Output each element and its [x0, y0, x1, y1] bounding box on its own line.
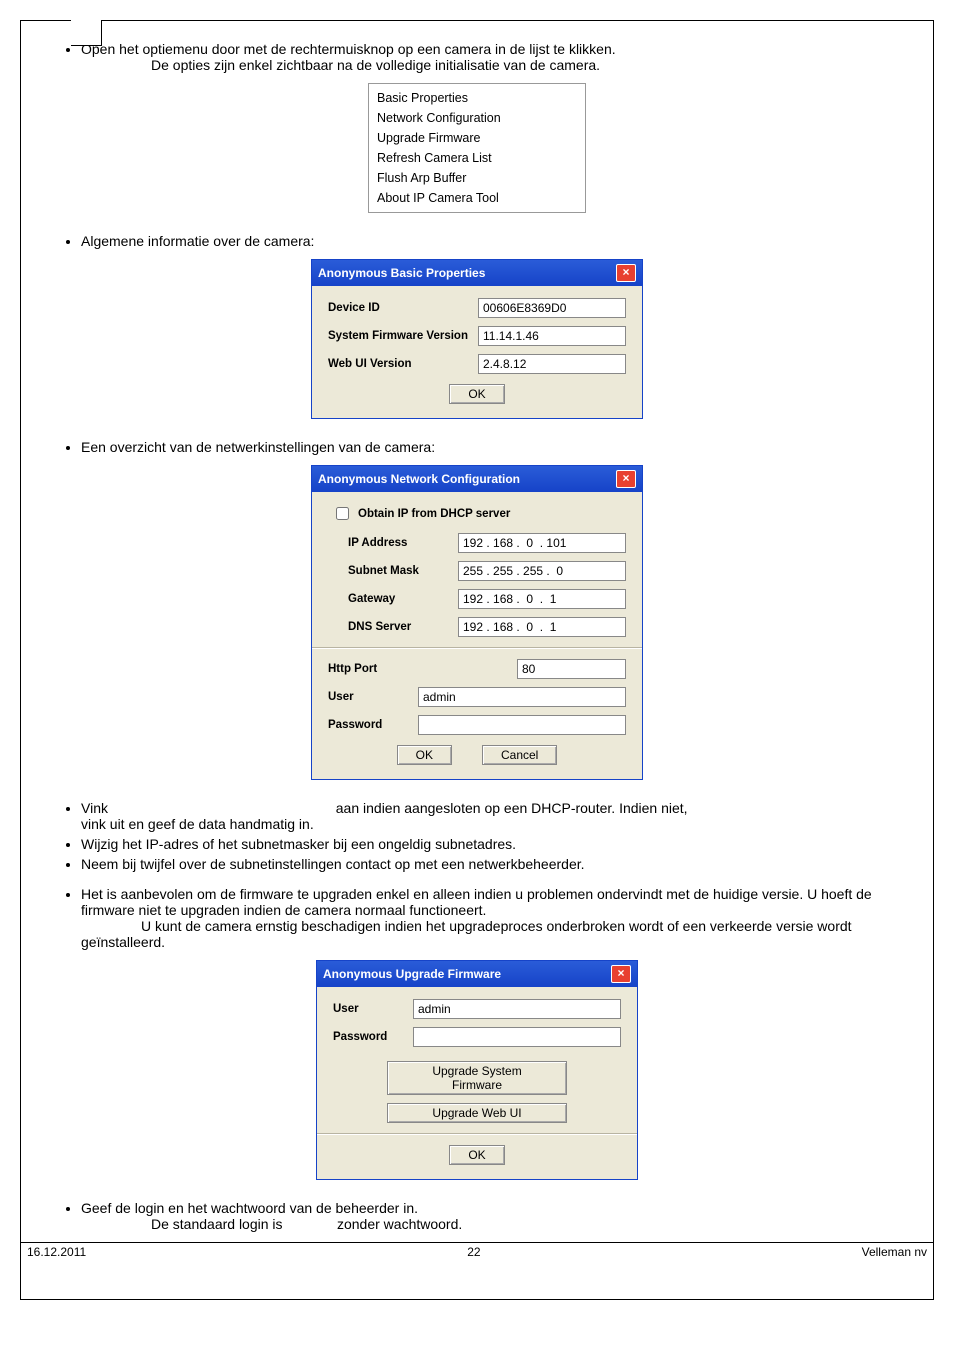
password-label: Password: [328, 719, 418, 731]
text: aan indien aangesloten op een DHCP-route…: [336, 800, 688, 816]
password-field[interactable]: [418, 715, 626, 735]
webui-version-label: Web UI Version: [328, 358, 478, 370]
warning-text: U kunt de camera ernstig beschadigen ind…: [81, 918, 913, 950]
note-visibility: De opties zijn enkel zichtbaar na de vol…: [151, 57, 913, 73]
device-id-label: Device ID: [328, 302, 478, 314]
menu-item[interactable]: Upgrade Firmware: [377, 128, 577, 148]
password-field[interactable]: [413, 1027, 621, 1047]
bullet-wijzig: Wijzig het IP-adres of het subnetmasker …: [81, 836, 913, 852]
upgrade-system-firmware-button[interactable]: Upgrade System Firmware: [387, 1061, 567, 1095]
close-icon[interactable]: ×: [616, 264, 636, 282]
page-notch: [71, 20, 102, 46]
device-id-field[interactable]: [478, 298, 626, 318]
bullet-vink: Vink aan indien aangesloten op een DHCP-…: [81, 800, 913, 832]
user-field[interactable]: [418, 687, 626, 707]
password-label: Password: [333, 1031, 413, 1043]
basic-properties-dialog: Anonymous Basic Properties × Device ID S…: [311, 259, 643, 419]
footer-date: 16.12.2011: [27, 1245, 86, 1259]
text: Open het optiemenu door met de rechtermu…: [81, 41, 616, 57]
bullet-network-overview: Een overzicht van de netwerkinstellingen…: [81, 439, 913, 455]
text: De standaard login is zonder wachtwoord.: [151, 1216, 913, 1232]
subnet-mask-field[interactable]: [458, 561, 626, 581]
divider: [317, 1133, 637, 1135]
ok-button[interactable]: OK: [449, 1145, 504, 1165]
bullet-open-menu: Open het optiemenu door met de rechtermu…: [81, 41, 913, 73]
menu-item[interactable]: Flush Arp Buffer: [377, 168, 577, 188]
footer-page: 22: [467, 1245, 480, 1259]
user-label: User: [328, 691, 418, 703]
dialog-title-text: Anonymous Upgrade Firmware: [323, 967, 501, 981]
page-footer: 16.12.2011 22 Velleman nv: [21, 1242, 933, 1259]
text: Het is aanbevolen om de firmware te upgr…: [81, 886, 872, 918]
dialog-title-text: Anonymous Network Configuration: [318, 472, 520, 486]
subnet-mask-label: Subnet Mask: [348, 565, 458, 577]
ip-address-field[interactable]: [458, 533, 626, 553]
context-menu: Basic Properties Network Configuration U…: [368, 83, 586, 213]
text: vink uit en geef de data handmatig in.: [81, 816, 314, 832]
text: Vink: [81, 800, 108, 816]
dns-server-label: DNS Server: [348, 621, 458, 633]
dialog-title-text: Anonymous Basic Properties: [318, 266, 485, 280]
divider: [312, 647, 642, 649]
menu-item[interactable]: Network Configuration: [377, 108, 577, 128]
firmware-version-label: System Firmware Version: [328, 330, 478, 342]
menu-item[interactable]: Basic Properties: [377, 88, 577, 108]
dhcp-checkbox[interactable]: [336, 507, 349, 520]
ip-address-label: IP Address: [348, 537, 458, 549]
cancel-button[interactable]: Cancel: [482, 745, 557, 765]
ok-button[interactable]: OK: [397, 745, 452, 765]
firmware-version-field[interactable]: [478, 326, 626, 346]
dns-server-field[interactable]: [458, 617, 626, 637]
ok-button[interactable]: OK: [449, 384, 504, 404]
menu-item[interactable]: Refresh Camera List: [377, 148, 577, 168]
http-port-field[interactable]: [517, 659, 626, 679]
text: Geef de login en het wachtwoord van de b…: [81, 1200, 418, 1216]
upgrade-web-ui-button[interactable]: Upgrade Web UI: [387, 1103, 567, 1123]
http-port-label: Http Port: [328, 663, 418, 675]
upgrade-firmware-dialog: Anonymous Upgrade Firmware × User Passwo…: [316, 960, 638, 1180]
close-icon[interactable]: ×: [611, 965, 631, 983]
close-icon[interactable]: ×: [616, 470, 636, 488]
network-config-dialog: Anonymous Network Configuration × Obtain…: [311, 465, 643, 780]
menu-item[interactable]: About IP Camera Tool: [377, 188, 577, 208]
bullet-general-info: Algemene informatie over de camera:: [81, 233, 913, 249]
bullet-firmware-advice: Het is aanbevolen om de firmware te upgr…: [81, 886, 913, 950]
gateway-field[interactable]: [458, 589, 626, 609]
bullet-login: Geef de login en het wachtwoord van de b…: [81, 1200, 913, 1232]
user-label: User: [333, 1003, 413, 1015]
bullet-neem: Neem bij twijfel over de subnetinstellin…: [81, 856, 913, 872]
footer-brand: Velleman nv: [862, 1245, 927, 1259]
gateway-label: Gateway: [348, 593, 458, 605]
user-field[interactable]: [413, 999, 621, 1019]
dhcp-label: Obtain IP from DHCP server: [358, 508, 510, 520]
webui-version-field[interactable]: [478, 354, 626, 374]
